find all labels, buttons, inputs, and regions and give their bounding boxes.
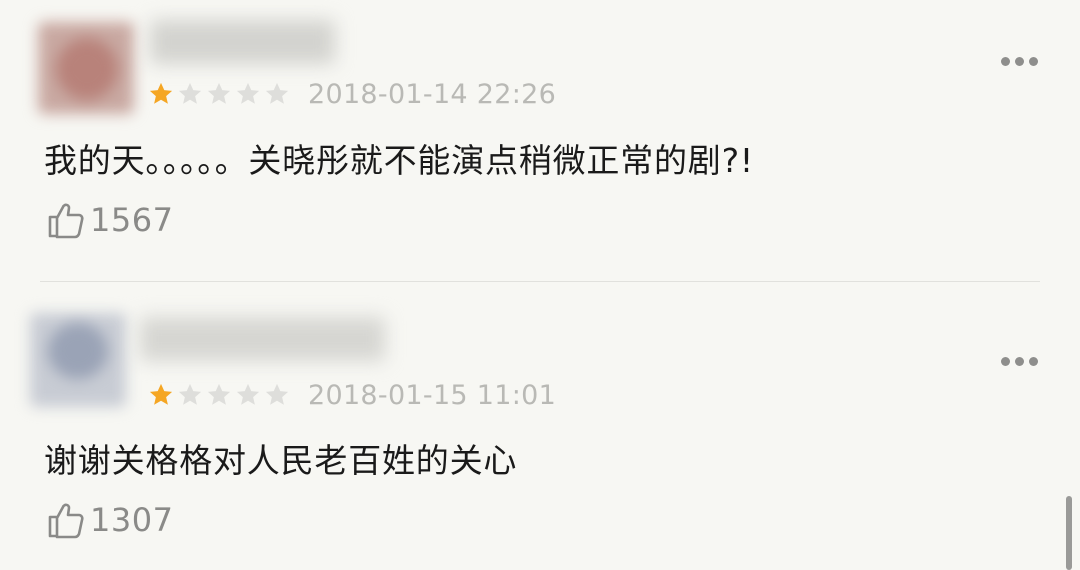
star-icon	[207, 383, 231, 405]
username[interactable]	[140, 317, 385, 361]
star-icon	[178, 82, 202, 104]
star-icon	[149, 383, 173, 405]
comment-timestamp: 2018-01-15 11:01	[308, 380, 557, 411]
thumbs-up-icon	[48, 203, 84, 239]
star-icon	[207, 82, 231, 104]
star-icon	[236, 383, 260, 405]
thumbs-up-icon	[48, 503, 84, 539]
rating-stars	[147, 381, 291, 409]
scrollbar[interactable]	[1066, 496, 1072, 570]
divider	[40, 281, 1040, 282]
more-dots-icon[interactable]	[1001, 57, 1038, 66]
star-icon	[149, 82, 173, 104]
like-count: 1307	[90, 501, 174, 539]
username[interactable]	[150, 20, 335, 64]
star-icon	[265, 383, 289, 405]
like-button[interactable]: 1307	[46, 500, 173, 540]
star-icon	[265, 82, 289, 104]
star-icon	[236, 82, 260, 104]
comment-text: 我的天。。。。。关晓彤就不能演点稍微正常的剧?!	[44, 141, 754, 180]
comment-item: 2018-01-15 11:01 谢谢关格格对人民老百姓的关心 1307	[0, 283, 1080, 570]
like-button[interactable]: 1567	[46, 200, 173, 240]
star-icon	[178, 383, 202, 405]
rating-stars	[147, 80, 291, 108]
comment-item: 2018-01-14 22:26 我的天。。。。。关晓彤就不能演点稍微正常的剧?…	[0, 0, 1080, 282]
comment-timestamp: 2018-01-14 22:26	[308, 79, 557, 110]
like-count: 1567	[90, 201, 174, 239]
comment-text: 谢谢关格格对人民老百姓的关心	[44, 441, 518, 480]
more-dots-icon[interactable]	[1001, 357, 1038, 366]
